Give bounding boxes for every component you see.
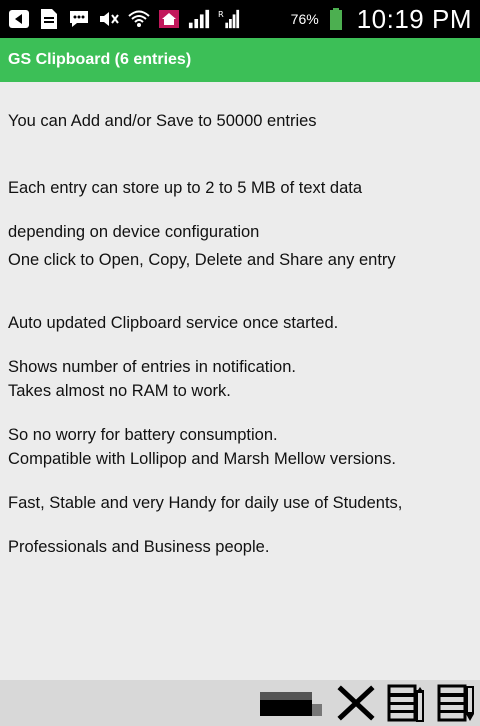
import-icon xyxy=(387,684,424,722)
back-arrow-icon xyxy=(8,8,30,30)
clear-all-button[interactable] xyxy=(256,683,326,723)
entry-text: Auto updated Clipboard service once star… xyxy=(8,314,339,332)
entry-text: Takes almost no RAM to work. xyxy=(8,382,231,400)
wifi-icon xyxy=(128,8,150,30)
list-item[interactable]: Each entry can store up to 2 to 5 MB of … xyxy=(0,149,480,241)
battery-icon xyxy=(325,8,347,30)
close-icon xyxy=(337,685,375,721)
home-icon xyxy=(158,8,180,30)
entry-text: You can Add and/or Save to 50000 entries xyxy=(8,112,317,130)
export-button[interactable] xyxy=(436,683,476,723)
entry-text: Compatible with Lollipop and Marsh Mello… xyxy=(8,450,396,468)
chat-icon xyxy=(68,8,90,30)
signal-icon xyxy=(188,8,210,30)
battery-percent: 76% xyxy=(290,11,319,27)
entry-list: You can Add and/or Save to 50000 entries… xyxy=(0,82,480,556)
eraser-icon xyxy=(260,692,322,716)
export-icon xyxy=(437,684,474,722)
mute-icon xyxy=(98,8,120,30)
bottom-toolbar xyxy=(0,680,480,726)
svg-text:R: R xyxy=(218,9,224,19)
list-item[interactable]: You can Add and/or Save to 50000 entries xyxy=(0,82,480,149)
app-title: GS Clipboard (6 entries) xyxy=(8,51,192,68)
entry-text: Professionals and Business people. xyxy=(8,538,270,556)
roaming-signal-icon: R xyxy=(218,8,240,30)
app-title-bar: GS Clipboard (6 entries) xyxy=(0,38,480,82)
status-bar-left: R xyxy=(8,8,291,30)
status-bar-right: 76% 10:19 PM xyxy=(291,4,472,35)
entry-text: Each entry can store up to 2 to 5 MB of … xyxy=(8,179,363,197)
status-bar: R 76% 10:19 PM xyxy=(0,0,480,38)
document-icon xyxy=(38,8,60,30)
entry-text: One click to Open, Copy, Delete and Shar… xyxy=(8,251,396,269)
clock: 10:19 PM xyxy=(356,3,472,34)
list-item[interactable]: Auto updated Clipboard service once star… xyxy=(0,284,480,376)
delete-button[interactable] xyxy=(336,683,376,723)
import-button[interactable] xyxy=(386,683,426,723)
entry-text: Fast, Stable and very Handy for daily us… xyxy=(8,494,403,512)
